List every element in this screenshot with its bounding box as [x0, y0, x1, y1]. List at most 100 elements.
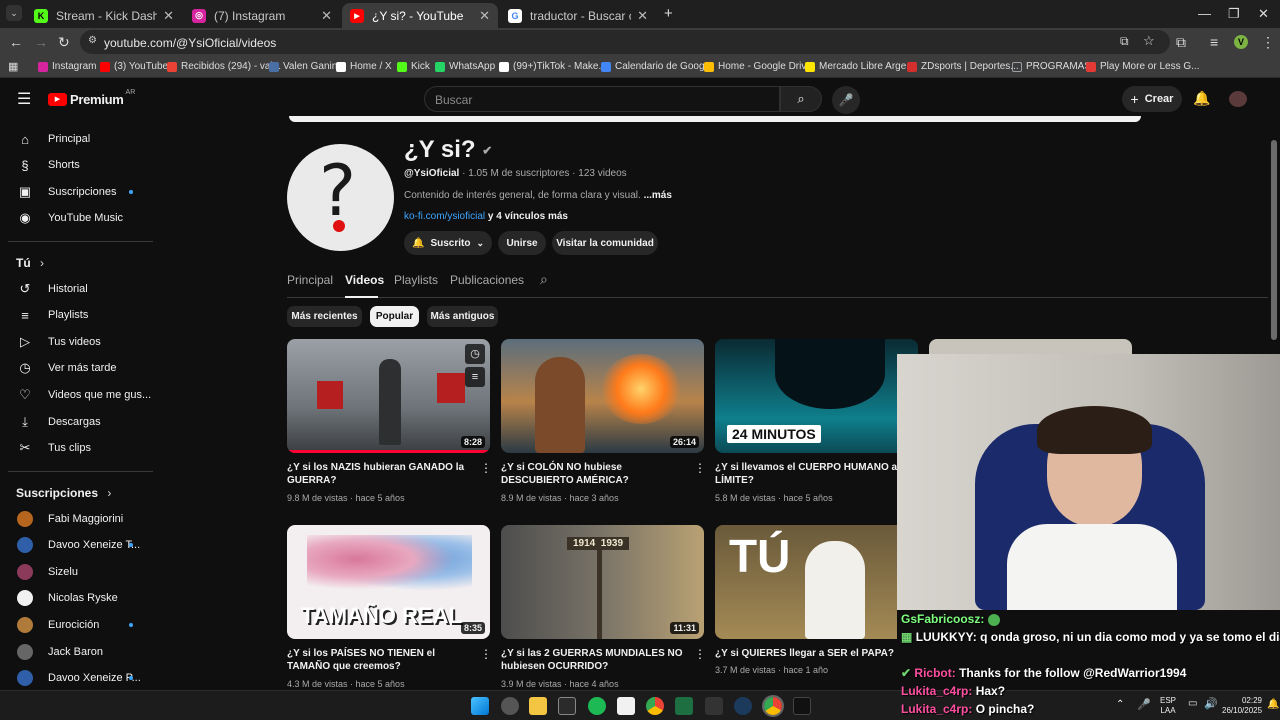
forward-icon[interactable]: →	[34, 34, 48, 50]
sidebar-sub-item[interactable]: Nicolas Ryske	[0, 585, 152, 611]
back-icon[interactable]: ←	[9, 34, 23, 50]
bookmark-item[interactable]: WhatsApp	[435, 61, 495, 72]
youtube-logo[interactable]: ▶ Premium AR	[48, 89, 135, 107]
tab-search-button[interactable]: ⌄	[6, 5, 22, 21]
sidebar-item-tus-videos[interactable]: ▷ Tus videos	[0, 329, 152, 355]
chip-mas-antiguos[interactable]: Más antiguos	[427, 306, 498, 327]
sidebar-item-shorts[interactable]: § Shorts	[0, 152, 152, 178]
channel-description[interactable]: Contenido de interés general, de forma c…	[404, 190, 672, 201]
close-icon[interactable]: ✕	[637, 8, 648, 24]
bookmark-item[interactable]: Play More or Less G...	[1086, 61, 1199, 72]
channel-search-icon[interactable]: ⌕	[540, 271, 548, 288]
chrome-icon[interactable]	[646, 697, 664, 715]
more-options-icon[interactable]: ⋮	[694, 461, 706, 475]
bookmark-item[interactable]: Home / X	[336, 61, 392, 72]
tray-chevron-icon[interactable]: ⌃	[1116, 699, 1124, 710]
sidebar-item-historial[interactable]: ↺ Historial	[0, 276, 152, 302]
subscribed-button[interactable]: 🔔 Suscrito ⌄	[404, 231, 492, 255]
sidebar-item-principal[interactable]: ⌂ Principal	[0, 126, 152, 152]
bookmark-item[interactable]: Recibidos (294) - val...	[167, 61, 281, 72]
video-title[interactable]: ¿Y si las 2 GUERRAS MUNDIALES NO hubiese…	[501, 647, 686, 673]
bookmark-folder[interactable]: PROGRAMAS	[1012, 61, 1091, 72]
notifications-bell-icon[interactable]: 🔔	[1193, 90, 1210, 107]
store-icon[interactable]	[558, 697, 576, 715]
browser-tab-google[interactable]: G traductor - Buscar con Google ✕	[500, 3, 656, 28]
steam-icon[interactable]	[734, 697, 752, 715]
sidebar-sub-item[interactable]: Eurocición	[0, 612, 152, 638]
video-thumbnail[interactable]: 24 MINUTOS	[715, 339, 918, 453]
network-icon[interactable]: ▭	[1188, 698, 1197, 709]
site-info-icon[interactable]: ⚙	[88, 35, 97, 46]
windows-start-icon[interactable]	[471, 697, 489, 715]
chrome-active-icon[interactable]	[762, 695, 784, 717]
sidebar-sub-item[interactable]: Jack Baron	[0, 639, 152, 665]
clock[interactable]: 02:29 26/10/2025	[1222, 696, 1262, 716]
file-explorer-icon[interactable]	[529, 697, 547, 715]
chip-mas-recientes[interactable]: Más recientes	[287, 306, 362, 327]
bookmark-item[interactable]: Kick	[397, 61, 430, 72]
reading-list-icon[interactable]: ≡	[1210, 34, 1218, 50]
sidebar-item-youtube-music[interactable]: ◉ YouTube Music	[0, 205, 152, 231]
account-avatar[interactable]	[1229, 91, 1247, 107]
browser-tab-kick[interactable]: K Stream - Kick Dashboard ✕	[26, 3, 182, 28]
reload-icon[interactable]: ↻	[58, 34, 70, 51]
video-thumbnail[interactable]: ◷ ≡ 8:28	[287, 339, 490, 453]
video-title[interactable]: ¿Y si llevamos el CUERPO HUMANO al LÍMIT…	[715, 461, 900, 487]
sidebar-sub-item[interactable]: Fabi Maggiorini	[0, 506, 152, 532]
excel-icon[interactable]	[675, 697, 693, 715]
notifications-icon[interactable]: 🔔	[1267, 699, 1279, 710]
task-view-icon[interactable]	[501, 697, 519, 715]
menu-icon[interactable]: ⋮	[1261, 34, 1275, 51]
sidebar-item-liked-videos[interactable]: ♡ Videos que me gus...	[0, 382, 152, 408]
video-thumbnail[interactable]: 1914 1939 11:31	[501, 525, 704, 639]
video-title[interactable]: ¿Y si los PAÍSES NO TIENEN el TAMAÑO que…	[287, 647, 472, 673]
close-window-icon[interactable]: ✕	[1258, 6, 1269, 22]
more-options-icon[interactable]: ⋮	[694, 647, 706, 661]
bookmark-item[interactable]: Calendario de Goog...	[601, 61, 713, 72]
search-input[interactable]: Buscar	[424, 86, 780, 112]
spotify-icon[interactable]	[588, 697, 606, 715]
page-scrollbar[interactable]	[1271, 140, 1277, 340]
more-links[interactable]: y 4 vínculos más	[488, 211, 568, 222]
bookmark-item[interactable]: (99+)TikTok - Make...	[499, 61, 607, 72]
bookmark-item[interactable]: (3) YouTube	[100, 61, 168, 72]
bookmark-item[interactable]: Mercado Libre Arge...	[805, 61, 915, 72]
sidebar-item-suscripciones[interactable]: ▣ Suscripciones	[0, 179, 152, 205]
create-button[interactable]: + Crear	[1122, 86, 1182, 112]
watch-later-icon[interactable]: ◷	[465, 344, 485, 364]
hamburger-menu-icon[interactable]: ☰	[17, 89, 31, 109]
sidebar-subscriptions-header[interactable]: Suscripciones ›	[16, 486, 111, 500]
visit-community-button[interactable]: Visitar la comunidad	[552, 231, 658, 255]
epic-games-icon[interactable]	[705, 697, 723, 715]
close-icon[interactable]: ✕	[163, 8, 174, 24]
more-link[interactable]: ...más	[644, 190, 672, 201]
sidebar-item-playlists[interactable]: ≡ Playlists	[0, 302, 152, 328]
sidebar-sub-item[interactable]: Davoo Xeneize T...	[0, 532, 152, 558]
bookmark-star-icon[interactable]: ☆	[1143, 33, 1155, 49]
language-indicator[interactable]: ESP LAA	[1157, 696, 1179, 716]
tab-publicaciones[interactable]: Publicaciones	[450, 273, 524, 287]
kofi-link[interactable]: ko-fi.com/ysioficial	[404, 211, 485, 222]
browser-tab-instagram[interactable]: ◎ (7) Instagram ✕	[184, 3, 340, 28]
video-thumbnail[interactable]: 26:14	[501, 339, 704, 453]
capcut-icon[interactable]	[617, 697, 635, 715]
apps-icon[interactable]: ▦	[8, 60, 18, 73]
minimize-icon[interactable]: —	[1198, 6, 1211, 21]
close-icon[interactable]: ✕	[479, 8, 490, 24]
sidebar-item-ver-mas-tarde[interactable]: ◷ Ver más tarde	[0, 355, 152, 381]
bookmark-item[interactable]: Instagram	[38, 61, 96, 72]
bookmark-item[interactable]: ZDsports | Deportes...	[907, 61, 1019, 72]
sidebar-you-header[interactable]: Tú ›	[16, 256, 44, 270]
chip-popular[interactable]: Popular	[370, 306, 419, 327]
video-title[interactable]: ¿Y si COLÓN NO hubiese DESCUBIERTO AMÉRI…	[501, 461, 686, 487]
join-button[interactable]: Unirse	[498, 231, 546, 255]
tiktok-icon[interactable]	[793, 697, 811, 715]
microphone-tray-icon[interactable]: 🎤	[1137, 698, 1151, 711]
profile-avatar[interactable]: V	[1234, 35, 1248, 49]
tab-videos[interactable]: Videos	[345, 273, 384, 287]
install-app-icon[interactable]: ⧉	[1120, 34, 1129, 49]
tab-principal[interactable]: Principal	[287, 273, 333, 287]
sidebar-sub-item[interactable]: Davoo Xeneize P...	[0, 665, 152, 691]
bookmark-item[interactable]: Valen Ganin	[269, 61, 337, 72]
close-icon[interactable]: ✕	[321, 8, 332, 24]
